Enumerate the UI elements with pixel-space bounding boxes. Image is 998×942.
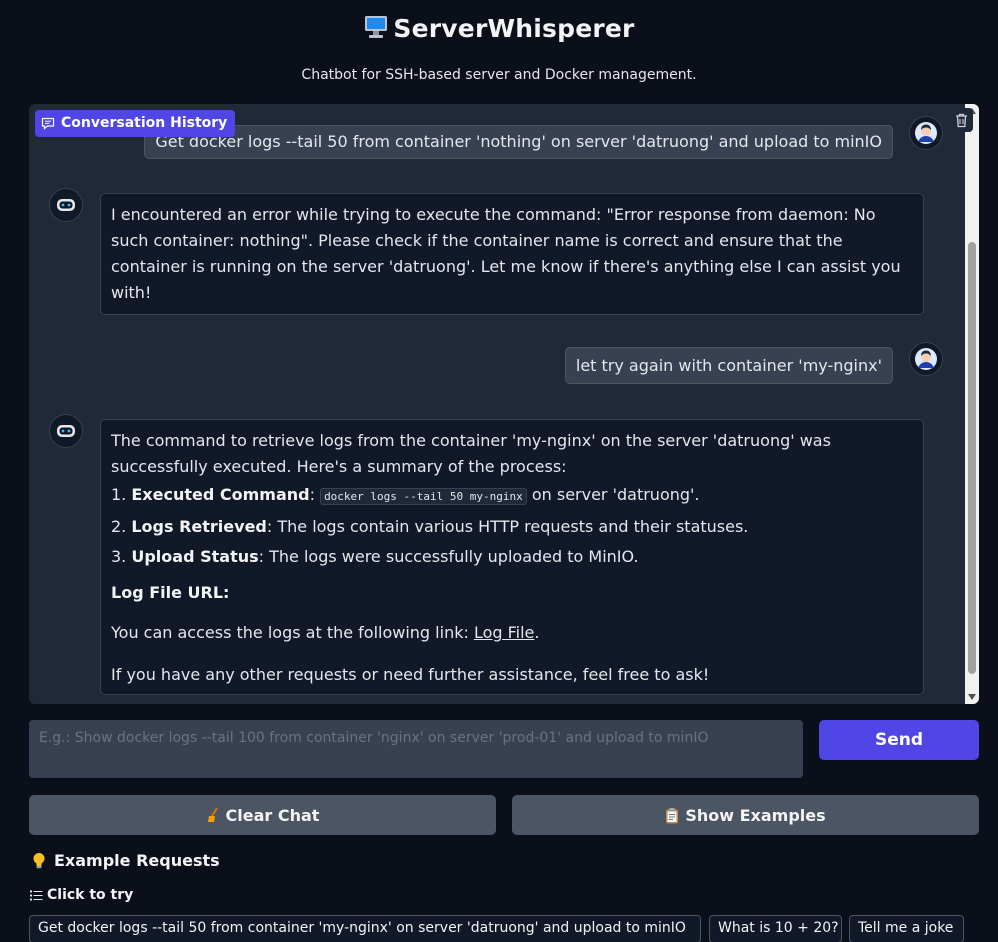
app-title: ServerWhisperer	[0, 14, 998, 43]
click-to-try-label: Click to try	[30, 887, 133, 903]
example-chip-math[interactable]: What is 10 + 20?	[709, 915, 842, 942]
show-examples-label: Show Examples	[685, 805, 826, 825]
user-avatar	[909, 116, 943, 150]
user-message: let try again with container 'my-nginx'	[564, 347, 893, 384]
list-item-label: Logs Retrieved	[131, 517, 267, 536]
closing-text: If you have any other requests or need f…	[111, 665, 710, 684]
list-item: 1. Executed Command: docker logs --tail …	[111, 485, 700, 505]
user-message: Get docker logs --tail 50 from container…	[144, 125, 893, 159]
user-avatar-icon	[915, 348, 937, 370]
send-button[interactable]: Send	[819, 720, 979, 760]
message-input[interactable]	[29, 720, 803, 778]
bot-intro-text: The command to retrieve logs from the co…	[111, 431, 831, 476]
list-item: 3. Upload Status: The logs were successf…	[111, 547, 639, 566]
list-item: 2. Logs Retrieved: The logs contain vari…	[111, 517, 749, 536]
computer-icon	[365, 16, 388, 38]
chat-panel[interactable]: Conversation History Get docker logs --t…	[29, 104, 979, 704]
user-message-text: Get docker logs --tail 50 from container…	[155, 132, 882, 151]
app-subtitle: Chatbot for SSH-based server and Docker …	[301, 67, 697, 83]
example-requests-text: Example Requests	[54, 851, 220, 870]
access-text: You can access the logs at the following…	[111, 623, 474, 642]
bot-avatar-icon	[57, 199, 75, 211]
conversation-history-text: Conversation History	[61, 115, 228, 131]
broom-icon	[207, 807, 218, 822]
example-requests-heading: Example Requests	[32, 851, 220, 870]
list-item-label: Upload Status	[131, 547, 259, 566]
command-code: docker logs --tail 50 my-nginx	[320, 488, 527, 505]
scroll-down-arrow[interactable]	[968, 694, 976, 700]
bot-avatar-icon	[57, 425, 75, 437]
clear-history-button[interactable]	[949, 108, 973, 132]
bot-message: The command to retrieve logs from the co…	[100, 419, 924, 695]
conversation-history-label: Conversation History	[35, 110, 236, 137]
app-title-text: ServerWhisperer	[393, 14, 635, 43]
chat-scrollbar[interactable]	[965, 104, 979, 704]
list-icon	[30, 890, 43, 900]
chat-bubble-icon	[41, 117, 55, 130]
bot-avatar	[49, 188, 83, 222]
user-avatar-icon	[915, 122, 937, 144]
clipboard-icon	[666, 807, 679, 823]
click-to-try-text: Click to try	[47, 887, 134, 903]
user-message-text: let try again with container 'my-nginx'	[575, 356, 882, 375]
example-chip-docker-logs[interactable]: Get docker logs --tail 50 from container…	[29, 915, 701, 942]
log-file-link[interactable]: Log File	[474, 623, 534, 642]
clear-chat-label: Clear Chat	[225, 805, 320, 825]
lightbulb-icon	[33, 853, 45, 869]
clear-chat-button[interactable]: Clear Chat	[29, 795, 496, 835]
bot-avatar	[49, 414, 83, 448]
trash-icon	[955, 113, 967, 127]
show-examples-button[interactable]: Show Examples	[512, 795, 979, 835]
user-avatar	[909, 342, 943, 376]
scrollbar-thumb[interactable]	[968, 242, 976, 674]
list-item-label: Executed Command	[131, 485, 310, 504]
summary-list: 1. Executed Command: docker logs --tail …	[111, 480, 913, 572]
example-chip-joke[interactable]: Tell me a joke	[849, 915, 964, 942]
bot-message-text: I encountered an error while trying to e…	[111, 205, 901, 302]
bot-message: I encountered an error while trying to e…	[100, 193, 924, 315]
log-file-heading: Log File URL:	[111, 583, 230, 602]
